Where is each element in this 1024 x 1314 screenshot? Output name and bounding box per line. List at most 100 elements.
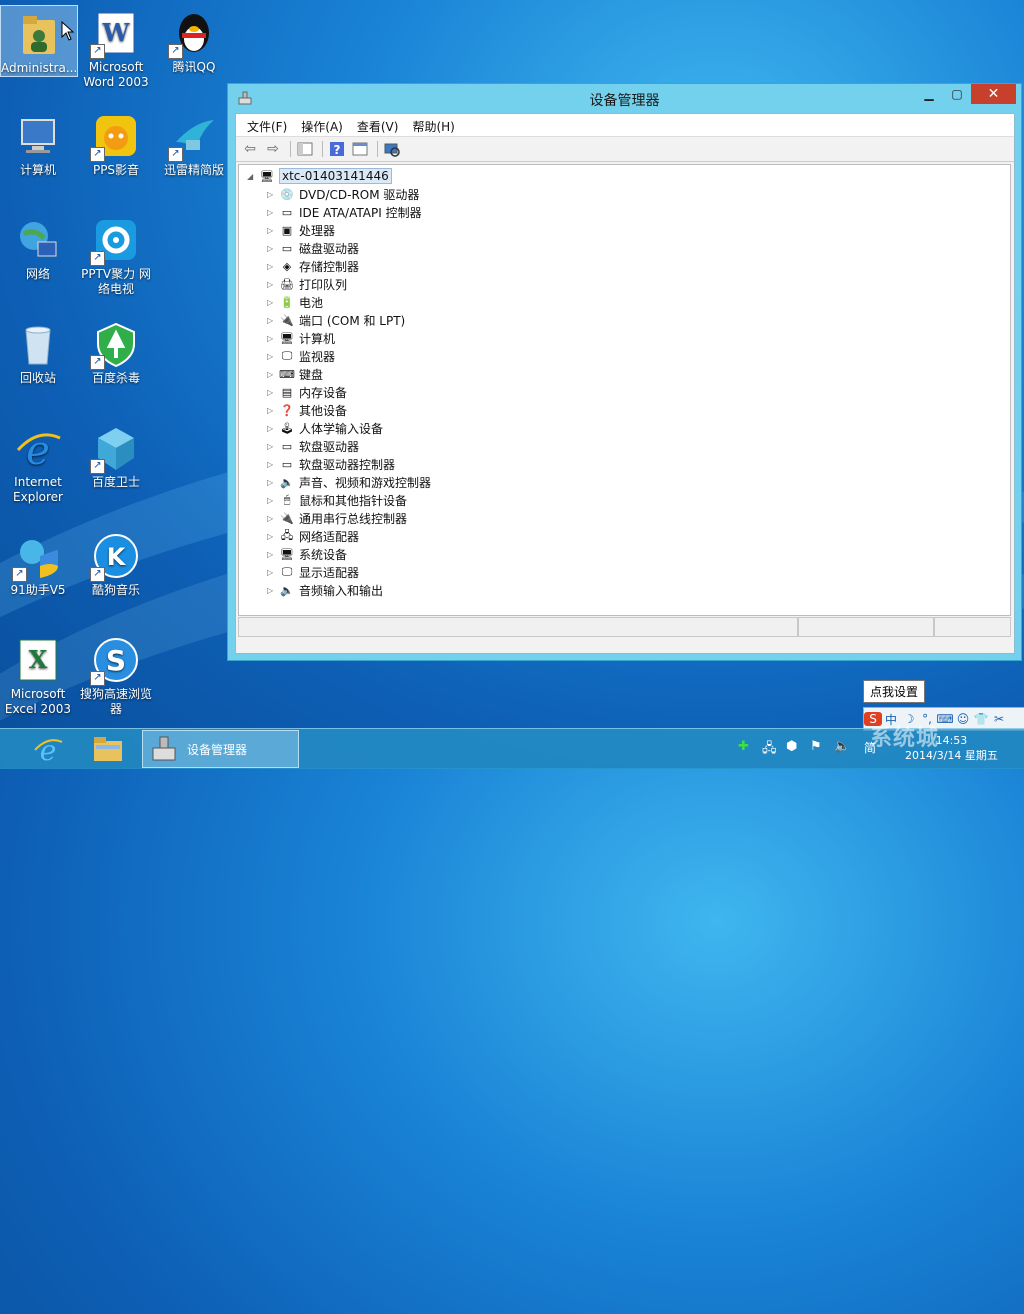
tree-node-device-category[interactable]: ▷ 🔈 声音、视频和游戏控制器 bbox=[267, 473, 431, 491]
word-icon: W ↗ bbox=[90, 9, 140, 59]
expand-arrow-icon[interactable]: ▷ bbox=[267, 586, 279, 595]
expand-arrow-icon[interactable]: ▷ bbox=[267, 298, 279, 307]
tree-node-device-category[interactable]: ▷ 🔈 音频输入和输出 bbox=[267, 581, 383, 599]
tree-node-device-category[interactable]: ▷ 🕹 人体学输入设备 bbox=[267, 419, 383, 437]
expand-arrow-icon[interactable]: ▷ bbox=[267, 568, 279, 577]
expand-arrow-icon[interactable]: ▷ bbox=[267, 352, 279, 361]
desktop-icon-word-2003[interactable]: W ↗ Microsoft Word 2003 bbox=[78, 5, 154, 90]
title-bar[interactable]: 设备管理器 ▁ ▢ ✕ bbox=[228, 84, 1021, 114]
tree-node-label: 磁盘驱动器 bbox=[299, 241, 360, 256]
tree-node-device-category[interactable]: ▷ 🔋 电池 bbox=[267, 293, 323, 311]
cube-tray-icon[interactable]: ⬢ bbox=[786, 739, 797, 754]
tree-node-device-category[interactable]: ▷ ⌨ 键盘 bbox=[267, 365, 323, 383]
skin-icon[interactable]: 👕 bbox=[972, 712, 990, 726]
help-icon[interactable]: ? bbox=[327, 140, 347, 158]
tree-node-device-category[interactable]: ▷ 🖵 显示适配器 bbox=[267, 563, 359, 581]
tree-node-device-category[interactable]: ▷ ▭ IDE ATA/ATAPI 控制器 bbox=[267, 203, 422, 221]
expand-arrow-icon[interactable]: ▷ bbox=[267, 460, 279, 469]
network-tray-icon[interactable]: 🖧 bbox=[762, 739, 777, 761]
menu-action[interactable]: 操作(A) bbox=[294, 114, 350, 136]
desktop-icon-excel-2003[interactable]: X Microsoft Excel 2003 bbox=[0, 632, 76, 717]
tree-node-device-category[interactable]: ▷ 🔌 端口 (COM 和 LPT) bbox=[267, 311, 405, 329]
desktop-icon-network[interactable]: 网络 bbox=[0, 212, 76, 282]
taskbar-ie-button[interactable]: e bbox=[28, 730, 68, 768]
desktop-icon-recycle-bin[interactable]: 回收站 bbox=[0, 316, 76, 386]
tree-node-device-category[interactable]: ▷ 🖨 打印队列 bbox=[267, 275, 347, 293]
tree-node-label: 软盘驱动器 bbox=[299, 439, 360, 454]
show-hide-console-tree-icon[interactable] bbox=[295, 140, 315, 158]
desktop-icon-baidu-antivirus[interactable]: ↗ 百度杀毒 bbox=[78, 316, 154, 386]
desktop-icon-kugou[interactable]: K ↗ 酷狗音乐 bbox=[78, 528, 154, 598]
minimize-button[interactable]: ▁ bbox=[916, 84, 942, 104]
expand-arrow-icon[interactable]: ▷ bbox=[267, 550, 279, 559]
desktop-icon-sogou-browser[interactable]: S ↗ 搜狗高速浏览器 bbox=[78, 632, 154, 717]
tools-icon[interactable]: ✂ bbox=[990, 712, 1008, 726]
tree-node-device-category[interactable]: ▷ ▭ 磁盘驱动器 bbox=[267, 239, 359, 257]
menu-view[interactable]: 查看(V) bbox=[350, 114, 406, 136]
tree-root-computer[interactable]: ◢ 🖥 xtc-01403141446 bbox=[247, 167, 392, 185]
desktop-icon-administrator[interactable]: Administra... bbox=[0, 5, 78, 77]
desktop-icon-xunlei[interactable]: ↗ 迅雷精简版 bbox=[156, 108, 232, 178]
taskbar-device-manager-button[interactable]: 设备管理器 bbox=[142, 730, 299, 768]
expand-arrow-icon[interactable]: ▷ bbox=[267, 316, 279, 325]
expand-arrow-icon[interactable]: ▷ bbox=[267, 370, 279, 379]
tree-node-label: DVD/CD-ROM 驱动器 bbox=[299, 187, 420, 202]
desktop-icon-91-assistant[interactable]: ↗ 91助手V5 bbox=[0, 528, 76, 598]
expand-arrow-icon[interactable]: ▷ bbox=[267, 406, 279, 415]
expand-arrow-icon[interactable]: ▷ bbox=[267, 514, 279, 523]
device-tree[interactable]: ◢ 🖥 xtc-01403141446 ▷ 💿 DVD/CD-ROM 驱动器 ▷ ▭ IDE A… bbox=[238, 164, 1011, 616]
collapse-arrow-icon[interactable]: ◢ bbox=[247, 172, 259, 181]
tree-node-device-category[interactable]: ▷ ◈ 存储控制器 bbox=[267, 257, 359, 275]
clock-date: 2014/3/14 星期五 bbox=[905, 749, 998, 762]
tree-node-device-category[interactable]: ▷ 🖱 鼠标和其他指针设备 bbox=[267, 491, 407, 509]
expand-arrow-icon[interactable]: ▷ bbox=[267, 262, 279, 271]
back-arrow-icon[interactable]: ⇦ bbox=[240, 140, 260, 158]
tree-node-device-category[interactable]: ▷ 🖥 计算机 bbox=[267, 329, 335, 347]
tree-node-device-category[interactable]: ▷ ▭ 软盘驱动器 bbox=[267, 437, 359, 455]
expand-arrow-icon[interactable]: ▷ bbox=[267, 478, 279, 487]
green-plus-tray-icon[interactable]: ✚ bbox=[738, 739, 749, 754]
maximize-button[interactable]: ▢ bbox=[944, 84, 970, 104]
action-center-flag-icon[interactable]: ⚑ bbox=[810, 739, 822, 754]
forward-arrow-icon[interactable]: ⇨ bbox=[263, 140, 283, 158]
expand-arrow-icon[interactable]: ▷ bbox=[267, 532, 279, 541]
expand-arrow-icon[interactable]: ▷ bbox=[267, 280, 279, 289]
desktop-icon-pptv[interactable]: ↗ PPTV聚力 网络电视 bbox=[78, 212, 154, 297]
volume-icon[interactable]: 🔈 bbox=[834, 739, 850, 754]
expand-arrow-icon[interactable]: ▷ bbox=[267, 244, 279, 253]
tree-node-device-category[interactable]: ▷ 🖥 系统设备 bbox=[267, 545, 347, 563]
shortcut-arrow-icon: ↗ bbox=[90, 251, 105, 266]
desktop-icon-baidu-guard[interactable]: ↗ 百度卫士 bbox=[78, 420, 154, 490]
properties-icon[interactable] bbox=[350, 140, 370, 158]
desktop-icon-label: 91助手V5 bbox=[10, 583, 66, 597]
tree-node-device-category[interactable]: ▷ 🖵 监视器 bbox=[267, 347, 335, 365]
desktop-icon-qq[interactable]: ↗ 腾讯QQ bbox=[156, 5, 232, 75]
tree-node-device-category[interactable]: ▷ ▣ 处理器 bbox=[267, 221, 335, 239]
tree-node-device-category[interactable]: ▷ 🖧 网络适配器 bbox=[267, 527, 359, 545]
tree-node-device-category[interactable]: ▷ 🔌 通用串行总线控制器 bbox=[267, 509, 407, 527]
menu-file[interactable]: 文件(F) bbox=[240, 114, 294, 136]
tree-node-device-category[interactable]: ▷ ❓ 其他设备 bbox=[267, 401, 347, 419]
expand-arrow-icon[interactable]: ▷ bbox=[267, 442, 279, 451]
desktop-icon-internet-explorer[interactable]: e Internet Explorer bbox=[0, 420, 76, 505]
expand-arrow-icon[interactable]: ▷ bbox=[267, 226, 279, 235]
device-manager-window[interactable]: 设备管理器 ▁ ▢ ✕ 文件(F) 操作(A) 查看(V) 帮助(H) ⇦ ⇨ … bbox=[227, 83, 1022, 661]
expand-arrow-icon[interactable]: ▷ bbox=[267, 388, 279, 397]
expand-arrow-icon[interactable]: ▷ bbox=[267, 424, 279, 433]
user-icon[interactable]: ☺ bbox=[954, 712, 972, 726]
scan-hardware-changes-icon[interactable] bbox=[382, 140, 402, 158]
expand-arrow-icon[interactable]: ▷ bbox=[267, 496, 279, 505]
desktop-icon-computer[interactable]: 计算机 bbox=[0, 108, 76, 178]
expand-arrow-icon[interactable]: ▷ bbox=[267, 190, 279, 199]
tree-node-device-category[interactable]: ▷ ▭ 软盘驱动器控制器 bbox=[267, 455, 395, 473]
tree-node-device-category[interactable]: ▷ 💿 DVD/CD-ROM 驱动器 bbox=[267, 185, 419, 203]
close-button[interactable]: ✕ bbox=[971, 84, 1016, 104]
expand-arrow-icon[interactable]: ▷ bbox=[267, 334, 279, 343]
desktop-icon-pps[interactable]: ↗ PPS影音 bbox=[78, 108, 154, 178]
expand-arrow-icon[interactable]: ▷ bbox=[267, 208, 279, 217]
system-clock[interactable]: 14:53 2014/3/14 星期五 bbox=[905, 733, 998, 763]
taskbar-explorer-button[interactable] bbox=[88, 730, 128, 768]
tree-node-device-category[interactable]: ▷ ▤ 内存设备 bbox=[267, 383, 347, 401]
device-category-icon: 🖱 bbox=[283, 493, 291, 506]
menu-help[interactable]: 帮助(H) bbox=[405, 114, 461, 136]
